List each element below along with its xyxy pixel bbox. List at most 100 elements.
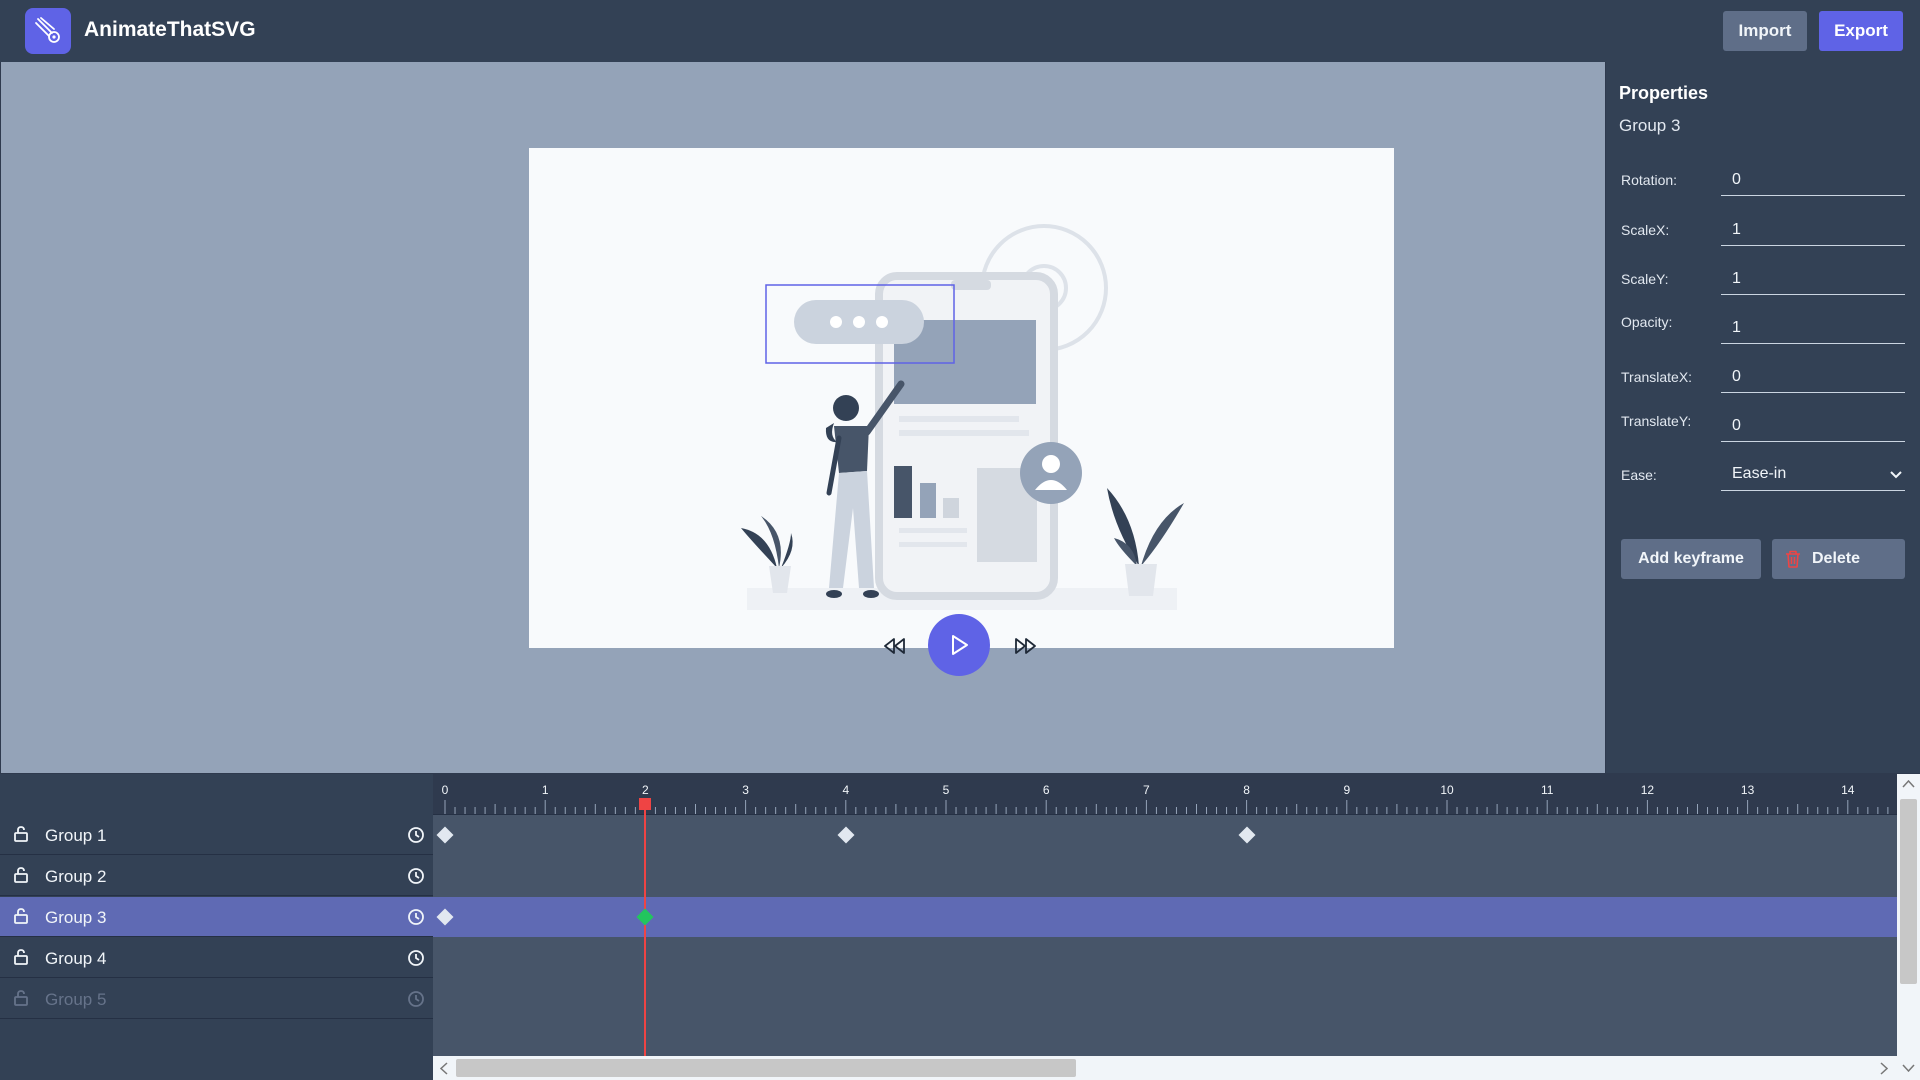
fast-forward-icon (1015, 638, 1036, 654)
layer-row-group-4[interactable]: Group 4 (0, 938, 433, 978)
rewind-icon (884, 638, 905, 654)
trash-icon (1786, 550, 1800, 568)
clock-icon[interactable] (407, 826, 425, 844)
scalex-label: ScaleX: (1621, 222, 1670, 238)
play-icon (952, 635, 968, 655)
time-ruler[interactable]: 0 1 2 3 4 5 6 7 8 9 10 11 12 13 14 (433, 774, 1897, 815)
ruler-tick-label: 3 (742, 783, 749, 797)
ruler-tick-label: 2 (642, 783, 649, 797)
track-group-4[interactable] (433, 938, 1897, 978)
scalex-input[interactable] (1721, 214, 1905, 246)
scalex-row: ScaleX: (1621, 209, 1911, 257)
chevron-right-icon[interactable] (1880, 1062, 1888, 1075)
plant-left-illustration (741, 516, 793, 593)
ruler-tick-label: 1 (542, 783, 549, 797)
translatex-row: TranslateX: (1621, 356, 1911, 404)
ruler-tick-label: 10 (1440, 783, 1454, 797)
illustration (741, 224, 1184, 610)
fast-forward-button[interactable] (1011, 634, 1041, 658)
ruler-tick-label: 14 (1841, 783, 1855, 797)
properties-panel: Properties Group 3 Rotation: ScaleX: Sca… (1606, 62, 1920, 773)
app-header: AnimateThatSVG Import Export (0, 0, 1920, 62)
scaley-label: ScaleY: (1621, 271, 1669, 287)
plant-right-illustration (1107, 488, 1184, 596)
translatex-label: TranslateX: (1621, 369, 1693, 385)
translatex-input[interactable] (1721, 361, 1905, 393)
track-group-5[interactable] (433, 979, 1897, 1019)
svg-canvas[interactable] (529, 148, 1394, 648)
rotation-label: Rotation: (1621, 172, 1678, 188)
delete-label: Delete (1812, 550, 1861, 567)
vertical-scrollbar[interactable] (1897, 774, 1920, 1080)
opacity-input[interactable] (1721, 312, 1905, 344)
rotation-input[interactable] (1721, 164, 1905, 196)
layer-row-group-3[interactable]: Group 3 (0, 897, 433, 937)
layer-name: Group 3 (45, 908, 107, 927)
chevron-down-icon[interactable] (1902, 1064, 1915, 1072)
app-title: AnimateThatSVG (84, 18, 256, 41)
timeline-panel: Group 1 Group 2 Group 3 Group 4 Group 5 … (0, 774, 1920, 1080)
ruler-tick-label: 11 (1541, 783, 1554, 797)
layer-name: Group 4 (45, 949, 107, 968)
clock-icon[interactable] (407, 990, 425, 1008)
layer-name: Group 1 (45, 826, 107, 845)
translatey-input[interactable] (1721, 410, 1905, 442)
unlock-icon[interactable] (13, 948, 29, 966)
stage-area (1, 62, 1605, 773)
playhead-handle[interactable] (639, 798, 652, 810)
selected-layer-name: Group 3 (1619, 116, 1681, 135)
playhead-line[interactable] (644, 803, 647, 1056)
ease-label: Ease: (1621, 467, 1657, 483)
ruler-tick-label: 7 (1143, 783, 1150, 797)
ruler-tick-label: 6 (1043, 783, 1050, 797)
translatey-row: TranslateY: (1621, 405, 1911, 453)
ruler-tick-label: 5 (943, 783, 950, 797)
horizontal-scroll-thumb[interactable] (456, 1059, 1076, 1077)
ruler-ticks: 0 1 2 3 4 5 6 7 8 9 10 11 12 13 14 (442, 783, 1889, 814)
rewind-button[interactable] (879, 634, 909, 658)
import-button[interactable]: Import (1723, 11, 1807, 51)
ruler-tick-label: 8 (1243, 783, 1250, 797)
clock-icon[interactable] (407, 908, 425, 926)
scaley-row: ScaleY: (1621, 258, 1911, 306)
clock-icon[interactable] (407, 867, 425, 885)
layer-name: Group 5 (45, 990, 107, 1009)
chevron-up-icon[interactable] (1902, 780, 1915, 788)
add-keyframe-button[interactable]: Add keyframe (1621, 539, 1761, 579)
ruler-tick-label: 12 (1641, 783, 1655, 797)
delete-button[interactable]: Delete (1772, 539, 1905, 579)
chevron-down-icon (1890, 471, 1902, 479)
magic-wand-icon[interactable] (25, 8, 71, 54)
timeline-tracks[interactable]: 0 1 2 3 4 5 6 7 8 9 10 11 12 13 14 (433, 774, 1897, 1056)
ruler-tick-label: 9 (1343, 783, 1350, 797)
layer-row-group-1[interactable]: Group 1 (0, 815, 433, 855)
ruler-tick-label: 0 (442, 783, 449, 797)
unlock-icon[interactable] (13, 866, 29, 884)
unlock-icon[interactable] (13, 825, 29, 843)
track-group-2[interactable] (433, 856, 1897, 896)
ruler-tick-label: 13 (1741, 783, 1755, 797)
play-button[interactable] (928, 614, 990, 676)
clock-icon[interactable] (407, 949, 425, 967)
vertical-scroll-thumb[interactable] (1900, 799, 1917, 984)
ease-row: Ease: Ease-in (1621, 454, 1911, 502)
layer-row-group-5[interactable]: Group 5 (0, 979, 433, 1019)
ease-value: Ease-in (1732, 465, 1787, 482)
horizontal-scrollbar[interactable] (433, 1056, 1897, 1080)
unlock-icon[interactable] (13, 907, 29, 925)
unlock-icon[interactable] (13, 989, 29, 1007)
ease-select[interactable]: Ease-in (1721, 459, 1905, 491)
export-button[interactable]: Export (1819, 11, 1903, 51)
track-group-1[interactable] (433, 815, 1897, 855)
chevron-left-icon[interactable] (440, 1062, 448, 1075)
opacity-label: Opacity: (1621, 314, 1673, 330)
layer-row-group-2[interactable]: Group 2 (0, 856, 433, 896)
layer-name: Group 2 (45, 867, 107, 886)
ruler-tick-label: 4 (842, 783, 849, 797)
scaley-input[interactable] (1721, 263, 1905, 295)
layer-list: Group 1 Group 2 Group 3 Group 4 Group 5 (0, 774, 433, 1080)
rotation-row: Rotation: (1621, 159, 1911, 207)
translatey-label: TranslateY: (1621, 413, 1692, 429)
opacity-row: Opacity: (1621, 307, 1911, 355)
properties-title: Properties (1619, 83, 1709, 103)
